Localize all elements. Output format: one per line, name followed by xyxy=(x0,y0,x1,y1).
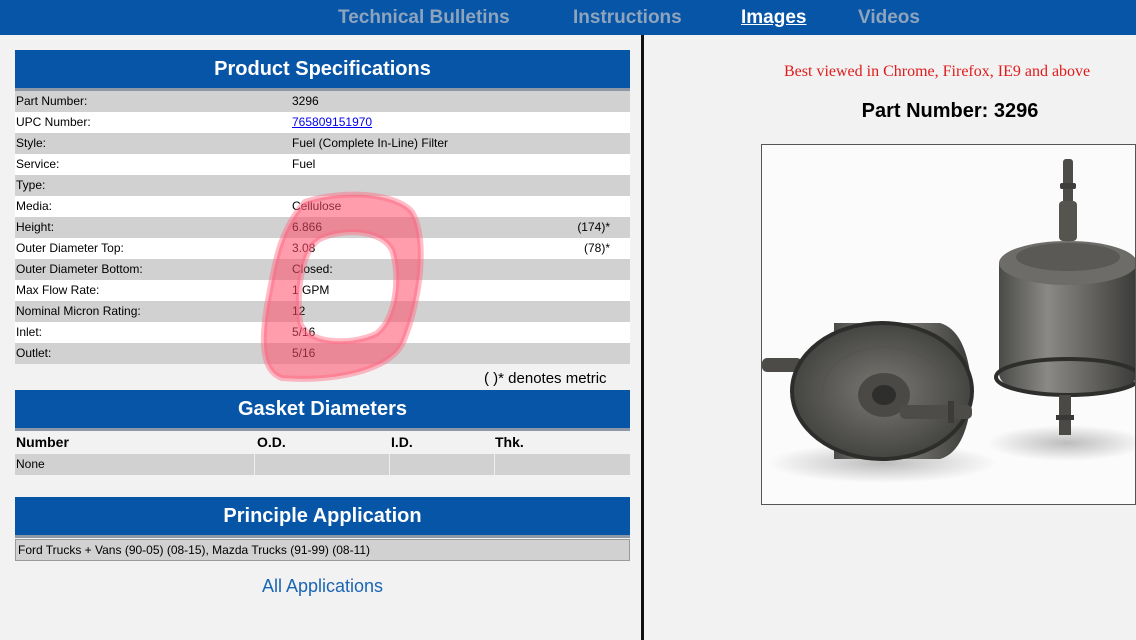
fuel-filter-image xyxy=(762,145,1135,504)
spec-row-outlet: Outlet: 5/16 xyxy=(15,343,630,364)
gasket-cell: None xyxy=(15,454,255,475)
spec-label: Outer Diameter Bottom: xyxy=(16,262,143,276)
gasket-col-number: Number xyxy=(16,434,69,450)
spec-row-part-number: Part Number: 3296 xyxy=(15,91,630,112)
spec-value: Closed: xyxy=(292,262,333,276)
gasket-cell xyxy=(255,454,390,475)
spec-value: Fuel (Complete In-Line) Filter xyxy=(292,136,449,150)
spec-value: 12 xyxy=(292,304,306,318)
gasket-col-id: I.D. xyxy=(391,434,413,450)
spec-label: Nominal Micron Rating: xyxy=(16,304,141,318)
panel-divider xyxy=(641,35,644,640)
spec-label: UPC Number: xyxy=(16,115,91,129)
spec-row-micron: Nominal Micron Rating: 12 xyxy=(15,301,630,322)
spec-value: 1 GPM xyxy=(292,283,330,297)
spec-value: 5/16 xyxy=(292,325,316,339)
application-header: Principle Application xyxy=(15,497,630,538)
gasket-col-thk: Thk. xyxy=(495,434,524,450)
upc-link[interactable]: 765809151970 xyxy=(292,115,372,129)
part-number-title: Part Number: 3296 xyxy=(861,100,1039,122)
spec-label: Outer Diameter Top: xyxy=(16,241,124,255)
spec-value: Fuel xyxy=(292,157,316,171)
spec-row-media: Media: Cellulose xyxy=(15,196,630,217)
spec-value: 5/16 xyxy=(292,346,316,360)
spec-metric: (174)* xyxy=(577,220,610,234)
browser-note: Best viewed in Chrome, Firefox, IE9 and … xyxy=(784,63,1091,80)
gasket-columns: Number O.D. I.D. Thk. xyxy=(15,432,630,454)
all-applications-link[interactable]: All Applications xyxy=(0,576,645,597)
application-text: Ford Trucks + Vans (90-05) (08-15), Mazd… xyxy=(15,539,630,561)
spec-value: 765809151970 xyxy=(292,112,372,133)
gasket-header: Gasket Diameters xyxy=(15,390,630,431)
spec-row-od-bottom: Outer Diameter Bottom: Closed: xyxy=(15,259,630,280)
top-nav: Technical Bulletins Instructions Images … xyxy=(0,0,1136,35)
gasket-number: None xyxy=(16,457,45,471)
spec-value: 6.866 xyxy=(292,220,323,234)
spec-row-height: Height: 6.866 (174)* xyxy=(15,217,630,238)
spec-value: Cellulose xyxy=(292,199,342,213)
spec-value: 3296 xyxy=(292,94,319,108)
table-row: None xyxy=(15,454,630,475)
specs-header: Product Specifications xyxy=(15,50,630,91)
spec-row-od-top: Outer Diameter Top: 3.08 (78)* xyxy=(15,238,630,259)
gasket-col-od: O.D. xyxy=(257,434,286,450)
spec-value: 3.08 xyxy=(292,241,316,255)
spec-row-max-flow: Max Flow Rate: 1 GPM xyxy=(15,280,630,301)
specs-table: Part Number: 3296 UPC Number: 7658091519… xyxy=(15,91,630,364)
spec-row-service: Service: Fuel xyxy=(15,154,630,175)
spec-label: Style: xyxy=(16,136,47,150)
spec-row-type: Type: xyxy=(15,175,630,196)
spec-row-inlet: Inlet: 5/16 xyxy=(15,322,630,343)
spec-label: Type: xyxy=(16,178,46,192)
nav-technical-bulletins[interactable]: Technical Bulletins xyxy=(338,7,510,29)
spec-label: Height: xyxy=(16,220,55,234)
spec-label: Part Number: xyxy=(16,94,88,108)
nav-images[interactable]: Images xyxy=(741,7,806,29)
spec-metric: (78)* xyxy=(583,241,610,255)
spec-row-upc: UPC Number: 765809151970 xyxy=(15,112,630,133)
metric-note: ( )* denotes metric xyxy=(484,370,607,387)
spec-label: Outlet: xyxy=(16,346,52,360)
product-photo[interactable] xyxy=(761,144,1136,505)
spec-label: Max Flow Rate: xyxy=(16,283,100,297)
spec-label: Service: xyxy=(16,157,60,171)
gasket-cell xyxy=(390,454,495,475)
nav-videos[interactable]: Videos xyxy=(858,7,920,29)
spec-label: Inlet: xyxy=(16,325,43,339)
spec-row-style: Style: Fuel (Complete In-Line) Filter xyxy=(15,133,630,154)
nav-instructions[interactable]: Instructions xyxy=(573,7,682,29)
spec-label: Media: xyxy=(16,199,53,213)
